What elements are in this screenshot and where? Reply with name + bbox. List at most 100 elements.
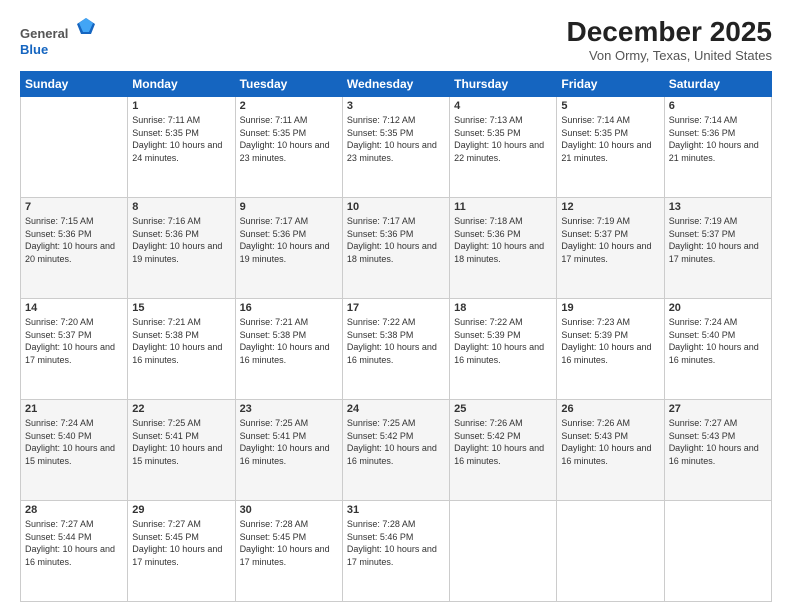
calendar-cell: 2 Sunrise: 7:11 AM Sunset: 5:35 PM Daylig… [235,97,342,198]
day-info: Sunrise: 7:12 AM Sunset: 5:35 PM Dayligh… [347,114,445,164]
weekday-header-sunday: Sunday [21,72,128,97]
calendar-cell: 18 Sunrise: 7:22 AM Sunset: 5:39 PM Dayli… [450,299,557,400]
week-row-4: 21 Sunrise: 7:24 AM Sunset: 5:40 PM Dayli… [21,400,772,501]
day-info: Sunrise: 7:21 AM Sunset: 5:38 PM Dayligh… [132,316,230,366]
day-number: 14 [25,302,123,314]
page-header: General Blue December 2025 Von Ormy, Tex… [20,16,772,63]
calendar-cell: 28 Sunrise: 7:27 AM Sunset: 5:44 PM Dayli… [21,501,128,602]
day-info: Sunrise: 7:18 AM Sunset: 5:36 PM Dayligh… [454,215,552,265]
logo-blue: Blue [20,42,48,57]
day-info: Sunrise: 7:14 AM Sunset: 5:36 PM Dayligh… [669,114,767,164]
day-number: 25 [454,403,552,415]
day-number: 7 [25,201,123,213]
calendar-cell: 8Sunrise: 7:16 AM Sunset: 5:36 PM Daylig… [128,198,235,299]
calendar-cell: 23 Sunrise: 7:25 AM Sunset: 5:41 PM Dayli… [235,400,342,501]
logo-icon [75,16,97,38]
day-number: 22 [132,403,230,415]
calendar-cell: 13 Sunrise: 7:19 AM Sunset: 5:37 PM Dayli… [664,198,771,299]
calendar-cell: 19 Sunrise: 7:23 AM Sunset: 5:39 PM Dayli… [557,299,664,400]
calendar-cell: 6 Sunrise: 7:14 AM Sunset: 5:36 PM Daylig… [664,97,771,198]
calendar-cell: 11 Sunrise: 7:18 AM Sunset: 5:36 PM Dayli… [450,198,557,299]
day-info: Sunrise: 7:20 AM Sunset: 5:37 PM Dayligh… [25,316,123,366]
day-info: Sunrise: 7:27 AM Sunset: 5:44 PM Dayligh… [25,518,123,568]
week-row-3: 14 Sunrise: 7:20 AM Sunset: 5:37 PM Dayli… [21,299,772,400]
day-number: 3 [347,100,445,112]
weekday-header-wednesday: Wednesday [342,72,449,97]
week-row-1: 1 Sunrise: 7:11 AM Sunset: 5:35 PM Daylig… [21,97,772,198]
calendar-cell: 12Sunrise: 7:19 AM Sunset: 5:37 PM Dayli… [557,198,664,299]
calendar-cell: 29Sunrise: 7:27 AM Sunset: 5:45 PM Dayli… [128,501,235,602]
logo-text: General Blue [20,16,97,57]
day-number: 15 [132,302,230,314]
weekday-header-monday: Monday [128,72,235,97]
day-number: 27 [669,403,767,415]
weekday-header-tuesday: Tuesday [235,72,342,97]
calendar-cell [664,501,771,602]
day-number: 23 [240,403,338,415]
day-info: Sunrise: 7:11 AM Sunset: 5:35 PM Dayligh… [132,114,230,164]
day-number: 6 [669,100,767,112]
day-info: Sunrise: 7:27 AM Sunset: 5:43 PM Dayligh… [669,417,767,467]
weekday-header-row: SundayMondayTuesdayWednesdayThursdayFrid… [21,72,772,97]
calendar-cell: 25Sunrise: 7:26 AM Sunset: 5:42 PM Dayli… [450,400,557,501]
calendar-cell: 10 Sunrise: 7:17 AM Sunset: 5:36 PM Dayli… [342,198,449,299]
day-number: 2 [240,100,338,112]
calendar-cell: 3 Sunrise: 7:12 AM Sunset: 5:35 PM Daylig… [342,97,449,198]
day-info: Sunrise: 7:19 AM Sunset: 5:37 PM Dayligh… [669,215,767,265]
title-block: December 2025 Von Ormy, Texas, United St… [567,16,772,63]
calendar-cell: 7 Sunrise: 7:15 AM Sunset: 5:36 PM Daylig… [21,198,128,299]
calendar-cell [21,97,128,198]
calendar-cell: 31 Sunrise: 7:28 AM Sunset: 5:46 PM Dayli… [342,501,449,602]
day-number: 18 [454,302,552,314]
day-number: 17 [347,302,445,314]
day-info: Sunrise: 7:25 AM Sunset: 5:41 PM Dayligh… [240,417,338,467]
location: Von Ormy, Texas, United States [567,48,772,63]
calendar-cell: 14 Sunrise: 7:20 AM Sunset: 5:37 PM Dayli… [21,299,128,400]
day-number: 4 [454,100,552,112]
weekday-header-friday: Friday [557,72,664,97]
day-number: 28 [25,504,123,516]
calendar-cell: 26 Sunrise: 7:26 AM Sunset: 5:43 PM Dayli… [557,400,664,501]
day-number: 13 [669,201,767,213]
logo-general: General [20,16,97,42]
weekday-header-thursday: Thursday [450,72,557,97]
day-info: Sunrise: 7:24 AM Sunset: 5:40 PM Dayligh… [669,316,767,366]
day-number: 26 [561,403,659,415]
calendar-cell: 5Sunrise: 7:14 AM Sunset: 5:35 PM Daylig… [557,97,664,198]
calendar-cell: 20 Sunrise: 7:24 AM Sunset: 5:40 PM Dayli… [664,299,771,400]
day-info: Sunrise: 7:28 AM Sunset: 5:46 PM Dayligh… [347,518,445,568]
day-number: 1 [132,100,230,112]
day-number: 30 [240,504,338,516]
day-info: Sunrise: 7:15 AM Sunset: 5:36 PM Dayligh… [25,215,123,265]
day-info: Sunrise: 7:22 AM Sunset: 5:39 PM Dayligh… [454,316,552,366]
day-info: Sunrise: 7:21 AM Sunset: 5:38 PM Dayligh… [240,316,338,366]
day-info: Sunrise: 7:13 AM Sunset: 5:35 PM Dayligh… [454,114,552,164]
day-info: Sunrise: 7:25 AM Sunset: 5:41 PM Dayligh… [132,417,230,467]
day-number: 12 [561,201,659,213]
day-number: 19 [561,302,659,314]
day-number: 24 [347,403,445,415]
day-number: 11 [454,201,552,213]
day-number: 8 [132,201,230,213]
day-number: 31 [347,504,445,516]
calendar-cell: 27 Sunrise: 7:27 AM Sunset: 5:43 PM Dayli… [664,400,771,501]
day-number: 29 [132,504,230,516]
day-info: Sunrise: 7:14 AM Sunset: 5:35 PM Dayligh… [561,114,659,164]
day-info: Sunrise: 7:23 AM Sunset: 5:39 PM Dayligh… [561,316,659,366]
calendar-cell: 4 Sunrise: 7:13 AM Sunset: 5:35 PM Daylig… [450,97,557,198]
day-info: Sunrise: 7:11 AM Sunset: 5:35 PM Dayligh… [240,114,338,164]
day-number: 20 [669,302,767,314]
calendar-cell: 16Sunrise: 7:21 AM Sunset: 5:38 PM Dayli… [235,299,342,400]
day-info: Sunrise: 7:17 AM Sunset: 5:36 PM Dayligh… [347,215,445,265]
day-info: Sunrise: 7:26 AM Sunset: 5:43 PM Dayligh… [561,417,659,467]
day-info: Sunrise: 7:24 AM Sunset: 5:40 PM Dayligh… [25,417,123,467]
calendar-cell: 9Sunrise: 7:17 AM Sunset: 5:36 PM Daylig… [235,198,342,299]
calendar-cell: 22 Sunrise: 7:25 AM Sunset: 5:41 PM Dayli… [128,400,235,501]
day-info: Sunrise: 7:25 AM Sunset: 5:42 PM Dayligh… [347,417,445,467]
day-number: 9 [240,201,338,213]
day-number: 21 [25,403,123,415]
calendar-table: SundayMondayTuesdayWednesdayThursdayFrid… [20,71,772,602]
day-number: 10 [347,201,445,213]
calendar-cell: 30Sunrise: 7:28 AM Sunset: 5:45 PM Dayli… [235,501,342,602]
calendar-cell: 21 Sunrise: 7:24 AM Sunset: 5:40 PM Dayli… [21,400,128,501]
